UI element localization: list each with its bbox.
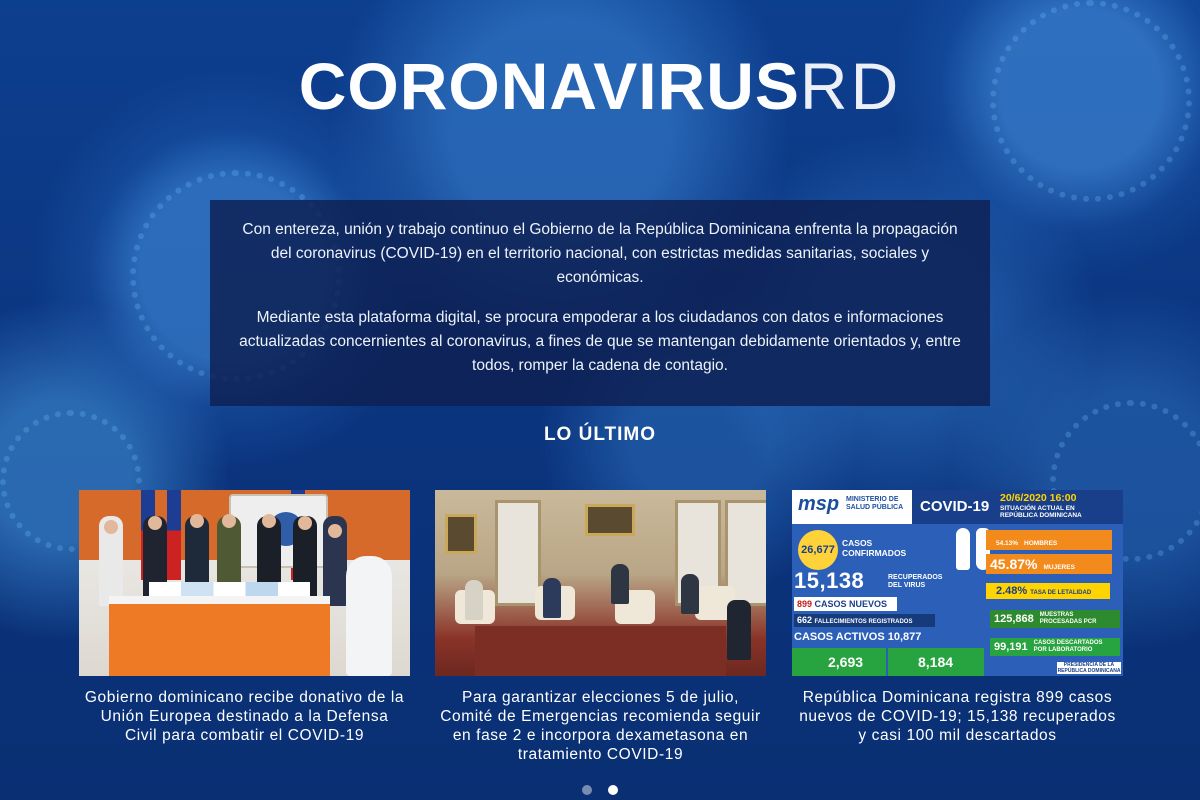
news-image[interactable] (435, 490, 766, 676)
logo-bold-text: CORONAVIRUS (298, 49, 800, 123)
confirmed-count: 26,677 (798, 530, 838, 570)
intro-paragraph-2: Mediante esta plataforma digital, se pro… (239, 309, 961, 374)
carousel-pagination (0, 782, 1200, 800)
active-cases: CASOS ACTIVOS 10,877 (794, 631, 921, 643)
logo-light-text: RD (799, 49, 902, 123)
presidency-footer: PRESIDENCIA DE LA REPÚBLICA DOMINICANA (1057, 662, 1121, 674)
lethality-label: TASA DE LETALIDAD (1030, 590, 1092, 596)
discarded-value: 99,191 (994, 640, 1028, 653)
men-percentage: 54.13% HOMBRES (986, 530, 1112, 550)
covid-infographic[interactable]: msp MINISTERIO DE SALUD PÚBLICA COVID-19… (792, 490, 1123, 676)
news-card[interactable]: msp MINISTERIO DE SALUD PÚBLICA COVID-19… (792, 490, 1123, 745)
news-caption[interactable]: Gobierno dominicano recibe donativo de l… (79, 688, 410, 745)
infographic-title: COVID-19 (920, 498, 990, 515)
infographic-date: 20/6/2020 16:00 (1000, 492, 1077, 504)
intro-panel: Con entereza, unión y trabajo continuo e… (210, 200, 990, 406)
discarded-cases: 99,191 CASOS DESCARTADOS POR LABORATORIO (990, 638, 1120, 656)
deaths-badge: 662 FALLECIMIENTOS REGISTRADOS (794, 614, 935, 627)
recovered-label: RECUPERADOS DEL VIRUS (888, 574, 943, 589)
men-pct-label: HOMBRES (1024, 540, 1058, 547)
women-pct-label: MUJERES (1043, 564, 1075, 571)
carousel-dot-1[interactable] (582, 785, 592, 795)
ministry-label: MINISTERIO DE SALUD PÚBLICA (846, 496, 904, 511)
discarded-label: CASOS DESCARTADOS POR LABORATORIO (1033, 640, 1103, 654)
active-label: CASOS ACTIVOS (794, 631, 885, 643)
intro-paragraph-1: Con entereza, unión y trabajo continuo e… (242, 221, 958, 286)
men-pct-value: 54.13% (996, 540, 1019, 547)
home-isolation-count: 8,184 (888, 648, 984, 676)
news-caption[interactable]: República Dominicana registra 899 casos … (792, 688, 1123, 745)
news-card[interactable]: Para garantizar elecciones 5 de julio, C… (435, 490, 766, 764)
news-image[interactable] (79, 490, 410, 676)
new-cases-value: 899 (797, 599, 813, 609)
new-cases-label: CASOS NUEVOS (814, 599, 888, 609)
lethality-value: 2.48% (996, 585, 1028, 597)
news-caption[interactable]: Para garantizar elecciones 5 de julio, C… (435, 688, 766, 764)
deaths-label: FALLECIMIENTOS REGISTRADOS (814, 619, 913, 625)
pcr-tests: 125,868 MUESTRAS PROCESADAS PCR (990, 610, 1120, 628)
pcr-value: 125,868 (994, 612, 1034, 625)
situation-label: SITUACIÓN ACTUAL EN REPÚBLICA DOMINICANA (1000, 505, 1082, 519)
lethality-rate: 2.48% TASA DE LETALIDAD (986, 583, 1110, 599)
women-pct-value: 45.87% (990, 556, 1038, 572)
pcr-label: MUESTRAS PROCESADAS PCR (1039, 612, 1097, 626)
latest-section-title: LO ÚLTIMO (543, 424, 657, 445)
active-value: 10,877 (887, 631, 922, 643)
women-percentage: 45.87% MUJERES (986, 554, 1112, 574)
msp-logo: msp (798, 493, 840, 515)
recovered-count: 15,138 (794, 568, 865, 593)
hospitalized-count: 2,693 (792, 648, 886, 676)
site-logo[interactable]: CORONAVIRUSRD (0, 50, 1200, 122)
hospital-value: 2,693 (828, 654, 864, 670)
carousel-dot-2[interactable] (608, 785, 618, 795)
man-icon (956, 528, 970, 570)
deaths-value: 662 (797, 615, 813, 625)
confirmed-label: CASOS CONFIRMADOS (842, 538, 907, 558)
home-value: 8,184 (918, 654, 954, 670)
news-card[interactable]: Gobierno dominicano recibe donativo de l… (79, 490, 410, 745)
new-cases-badge: 899 CASOS NUEVOS (794, 597, 897, 611)
